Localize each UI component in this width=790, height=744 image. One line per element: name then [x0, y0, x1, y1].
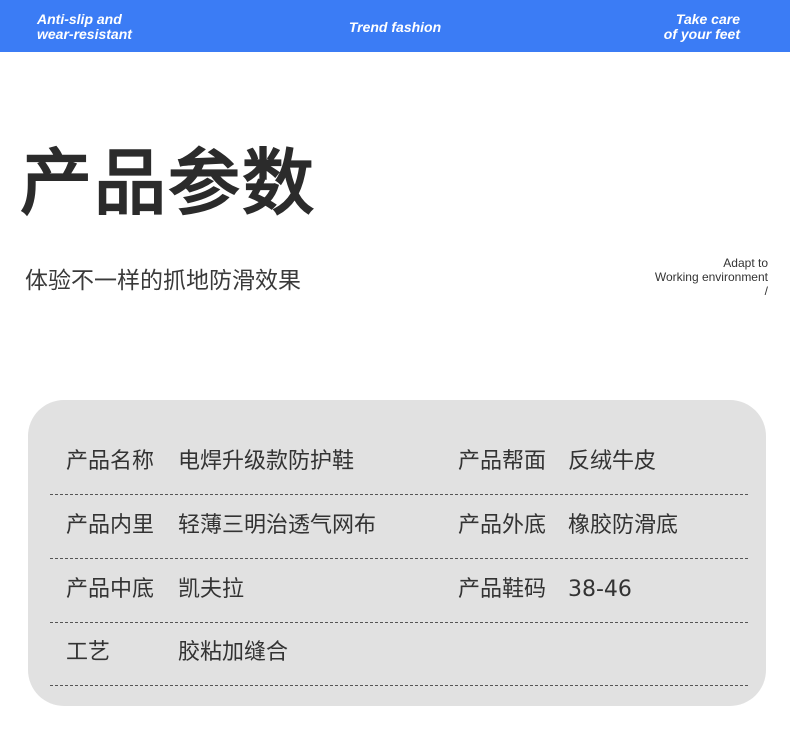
spec-value: 胶粘加缝合: [178, 640, 289, 665]
spec-label: 工艺: [66, 640, 111, 665]
spec-row: 产品名称 电焊升级款防护鞋 产品帮面 反绒牛皮: [50, 430, 748, 495]
spec-label: 产品外底: [458, 513, 547, 538]
spec-value: 反绒牛皮: [568, 449, 657, 474]
banner-right-line1: Take care: [675, 11, 740, 27]
top-banner: Anti-slip and wear-resistant Trend fashi…: [0, 0, 790, 52]
spec-label: 产品中底: [66, 577, 155, 602]
spec-value: 橡胶防滑底: [568, 513, 679, 538]
side-note-line1: Adapt to: [723, 256, 768, 270]
spec-row: 产品中底 凯夫拉 产品鞋码 38-46: [50, 558, 748, 623]
spec-value: 38-46: [568, 577, 632, 602]
side-note: Adapt to Working environment /: [655, 256, 768, 298]
spec-value: 电焊升级款防护鞋: [178, 449, 355, 474]
spec-label: 产品名称: [66, 449, 155, 474]
spec-value: 凯夫拉: [178, 577, 245, 602]
banner-right-text: Take care of your feet: [664, 12, 740, 42]
page-title: 产品参数: [20, 141, 317, 225]
spec-row: 产品内里 轻薄三明治透气网布 产品外底 橡胶防滑底: [50, 494, 748, 559]
spec-row: 工艺 胶粘加缝合: [50, 621, 748, 686]
banner-right-line2: of your feet: [663, 26, 740, 42]
spec-label: 产品内里: [66, 513, 155, 538]
page-subtitle: 体验不一样的抓地防滑效果: [25, 268, 301, 294]
spec-label: 产品帮面: [458, 449, 547, 474]
spec-value: 轻薄三明治透气网布: [178, 513, 377, 538]
spec-card: 产品名称 电焊升级款防护鞋 产品帮面 反绒牛皮 产品内里 轻薄三明治透气网布 产…: [28, 400, 766, 706]
spec-label: 产品鞋码: [458, 577, 547, 602]
side-note-line2: Working environment: [654, 270, 768, 284]
side-note-line3: /: [764, 284, 768, 298]
